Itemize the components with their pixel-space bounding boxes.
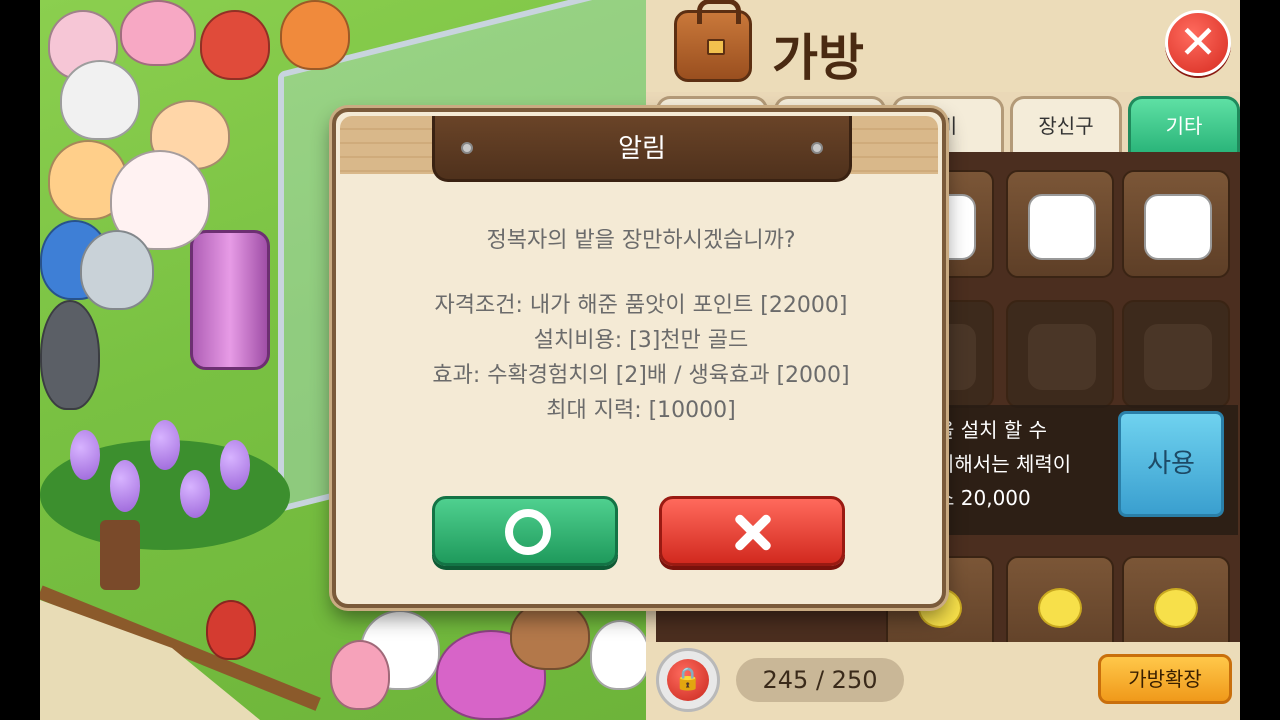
dialog-body: 정복자의 밭을 장만하시겠습니까? 자격조건: 내가 해준 품앗이 포인트 [2…	[366, 222, 916, 428]
bag-header: 가방 ✕	[646, 0, 1240, 92]
character-fox	[280, 0, 350, 70]
lock-button[interactable]: 🔒	[656, 648, 720, 712]
dialog-line-effect: 효과: 수확경험치의 [2]배 / 생육효과 [2000]	[432, 363, 850, 388]
circle-o-icon	[505, 509, 551, 555]
character-stove	[40, 300, 100, 410]
tab-accessory[interactable]: 장신구	[1010, 96, 1122, 152]
alert-dialog: 알림 정복자의 밭을 장만하시겠습니까? 자격조건: 내가 해준 품앗이 포인트…	[332, 108, 946, 608]
character-brown	[510, 600, 590, 670]
item-info-text: 을 설치 할 수 위해서는 체력이 소 20,000	[936, 413, 1116, 515]
mustache-card-icon	[1144, 324, 1212, 390]
item-info-line: 을 설치 할 수	[936, 418, 1048, 442]
bag-count: 245 / 250	[736, 658, 904, 702]
item-info-line: 위해서는 체력이	[936, 452, 1072, 476]
grape-bunch	[220, 440, 250, 490]
mustache-card-icon	[1028, 194, 1096, 260]
character-cat	[590, 620, 646, 690]
item-slot[interactable]	[1006, 300, 1114, 408]
item-slot[interactable]	[1122, 300, 1230, 408]
item-slot[interactable]	[1006, 170, 1114, 278]
dialog-line-cost: 설치비용: [3]천만 골드	[533, 328, 749, 353]
bag-footer: 🔒 245 / 250 가방확장	[646, 642, 1240, 720]
character-racer	[200, 10, 270, 80]
x-icon	[662, 499, 842, 563]
bag-title: 가방	[772, 29, 864, 87]
item-slot[interactable]	[1122, 170, 1230, 278]
dialog-title: 알림	[618, 134, 666, 164]
item-info-line: 소 20,000	[936, 486, 1031, 510]
grape-bunch	[180, 470, 210, 518]
close-icon[interactable]: ✕	[1165, 10, 1231, 76]
grape-bunch	[110, 460, 140, 512]
cancel-button[interactable]	[659, 496, 845, 566]
character-bucket	[80, 230, 154, 310]
dialog-line-max-fertility: 최대 지력: [10000]	[546, 398, 736, 423]
character-mouse-2	[60, 60, 140, 140]
grape-bunch	[70, 430, 100, 480]
character-santa	[206, 600, 256, 660]
character-pink	[120, 0, 196, 66]
use-button[interactable]: 사용	[1118, 411, 1224, 517]
tab-etc[interactable]: 기타	[1128, 96, 1240, 152]
confirm-button[interactable]	[432, 496, 618, 566]
item-info: 을 설치 할 수 위해서는 체력이 소 20,000 사용	[936, 405, 1238, 535]
bag-icon	[674, 0, 752, 82]
dialog-title-plate: 알림	[432, 116, 852, 182]
dialog-line-requirement: 자격조건: 내가 해준 품앗이 포인트 [22000]	[434, 293, 848, 318]
lock-icon: 🔒	[667, 659, 709, 701]
duck-icon	[1154, 588, 1198, 628]
vine-trunk	[100, 520, 140, 590]
mustache-card-icon	[1028, 324, 1096, 390]
mustache-card-icon	[1144, 194, 1212, 260]
dialog-question: 정복자의 밭을 장만하시겠습니까?	[486, 228, 796, 253]
grape-bunch	[150, 420, 180, 470]
purple-machine[interactable]	[190, 230, 270, 370]
duck-icon	[1038, 588, 1082, 628]
expand-bag-button[interactable]: 가방확장	[1098, 654, 1232, 704]
character-flower	[330, 640, 390, 710]
